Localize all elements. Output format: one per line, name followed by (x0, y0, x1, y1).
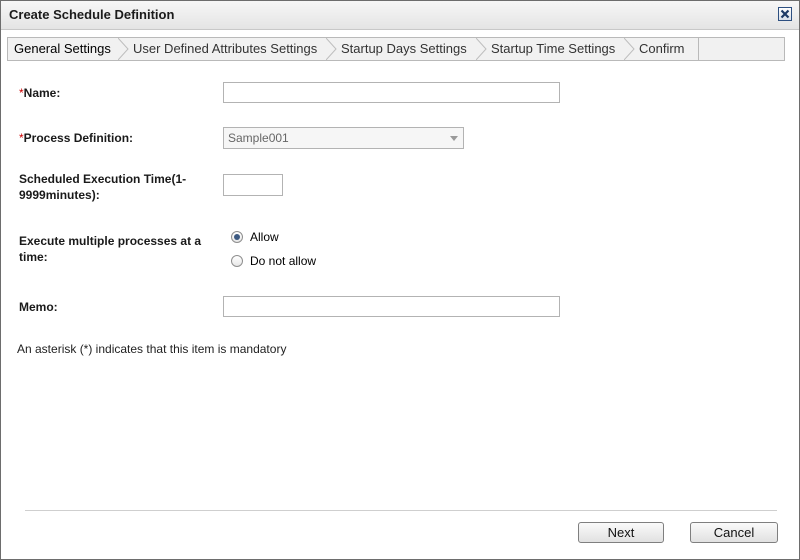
wizard-steps: General Settings User Defined Attributes… (7, 37, 785, 61)
tab-startup-days[interactable]: Startup Days Settings (341, 38, 467, 60)
cancel-button[interactable]: Cancel (690, 522, 778, 543)
tab-startup-time[interactable]: Startup Time Settings (491, 38, 615, 60)
chevron-right-icon (326, 38, 337, 60)
name-input[interactable] (223, 82, 560, 103)
tab-divider (698, 38, 699, 60)
radio-do-not-allow-label: Do not allow (250, 254, 317, 268)
chevron-right-icon (118, 38, 129, 60)
process-definition-value: Sample001 (228, 131, 289, 145)
tab-general-settings[interactable]: General Settings (14, 38, 111, 60)
footer-divider (25, 510, 777, 511)
tab-user-defined-attributes[interactable]: User Defined Attributes Settings (133, 38, 317, 60)
execution-time-input[interactable] (223, 174, 283, 196)
dialog-title: Create Schedule Definition (9, 7, 175, 22)
multiple-processes-label: Execute multiple processes at a time: (19, 234, 202, 264)
radio-allow-label: Allow (250, 230, 279, 244)
radio-allow[interactable]: Allow (231, 230, 351, 246)
close-icon (780, 9, 790, 19)
chevron-right-icon (624, 38, 635, 60)
dialog: Create Schedule Definition General Setti… (0, 0, 800, 560)
memo-label: Memo: (19, 300, 58, 314)
mandatory-note: An asterisk (*) indicates that this item… (17, 342, 287, 356)
chevron-down-icon (450, 136, 458, 141)
process-definition-label: *Process Definition: (19, 131, 134, 145)
radio-do-not-allow[interactable]: Do not allow (231, 254, 351, 270)
memo-input[interactable] (223, 296, 560, 317)
radio-button[interactable] (231, 255, 243, 267)
tab-confirm[interactable]: Confirm (639, 38, 685, 60)
close-button[interactable] (778, 7, 792, 21)
radio-button-checked[interactable] (231, 231, 243, 243)
chevron-right-icon (476, 38, 487, 60)
execution-time-label: Scheduled Execution Time(1- 9999minutes)… (19, 172, 187, 202)
next-button[interactable]: Next (578, 522, 664, 543)
name-label: *Name: (19, 86, 61, 100)
process-definition-select[interactable]: Sample001 (223, 127, 464, 149)
title-bar: Create Schedule Definition (1, 1, 799, 30)
